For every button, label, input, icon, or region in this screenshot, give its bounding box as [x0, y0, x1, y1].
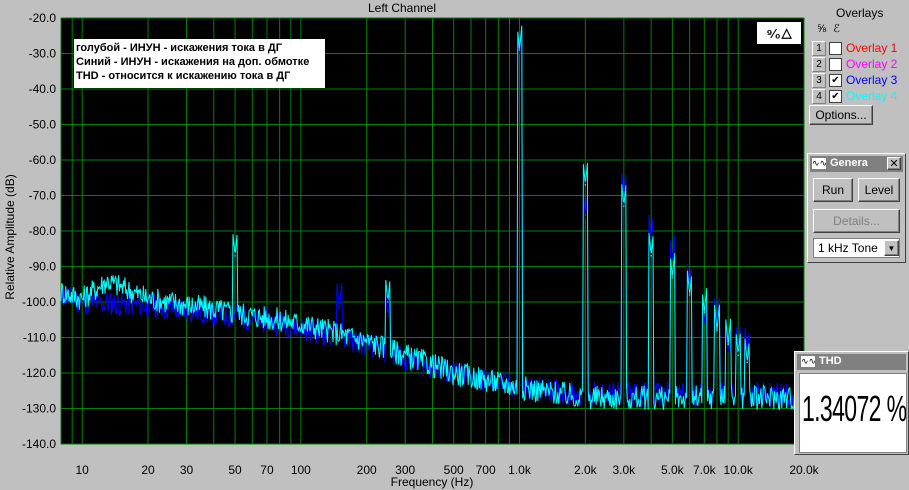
harmonic-peak-point [623, 205, 625, 207]
waveform-icon: ∿∿ [812, 158, 828, 169]
harmonic-peak-point [338, 308, 341, 310]
y-tick-label: -30.0 [29, 47, 57, 61]
overlay-item-1[interactable]: 1 Overlay 1 [812, 40, 898, 56]
harmonic-peak-point [671, 276, 674, 278]
overlay-header-icons[interactable]: ⅝ ℰ [817, 22, 842, 35]
run-button[interactable]: Run [813, 178, 853, 202]
x-axis-label: Frequency (Hz) [391, 475, 474, 489]
y-tick-label: -80.0 [29, 224, 57, 238]
x-tick-label: 100 [291, 463, 311, 477]
chevron-down-icon[interactable]: ▼ [884, 240, 899, 256]
y-tick-label: -20.0 [29, 11, 57, 25]
y-axis-label: Relative Amplitude (dB) [3, 174, 17, 299]
harmonic-peak-point [584, 184, 587, 186]
overlay-item-4[interactable]: 4 ✔ Overlay 4 [812, 88, 898, 104]
y-tick-label: -90.0 [29, 260, 57, 274]
harmonic-peak-point [703, 322, 706, 325]
x-tick-label: 2.0k [574, 463, 598, 477]
y-tick-label: -110.0 [23, 331, 56, 345]
overlay-checkbox[interactable]: ✔ [829, 89, 842, 103]
harmonic-peak-point [716, 329, 718, 332]
overlay-checkbox[interactable] [829, 57, 842, 71]
harmonic-peak-point [387, 315, 389, 318]
x-tick-label: 1.0k [508, 463, 532, 477]
overlay-number: 3 [812, 72, 826, 88]
overlay-number: 4 [812, 88, 826, 104]
harmonic-peak-point [234, 255, 236, 257]
cursor-icon[interactable]: △ [782, 25, 792, 41]
chart-toolbar[interactable]: ⁹⁄₀ △ [757, 22, 801, 44]
harmonic-peak-point [387, 301, 389, 303]
harmonic-peak-point [727, 350, 729, 353]
y-tick-label: -100.0 [22, 295, 56, 309]
overlays-title: Overlays [836, 6, 884, 20]
thd-panel: ∿∿ THD 1.34072 % [794, 351, 909, 455]
harmonic-peak-point [650, 255, 652, 257]
harmonic-peak-point [518, 49, 521, 51]
harmonic-peak-point [727, 343, 729, 346]
x-tick-label: 5.0k [661, 463, 685, 477]
overlay-item-2[interactable]: 2 Overlay 2 [812, 56, 898, 72]
y-tick-label: -70.0 [29, 189, 57, 203]
x-tick-label: 20 [141, 463, 155, 477]
harmonic-peak-point [518, 52, 521, 55]
y-tick-label: -130.0 [22, 402, 56, 416]
y-tick-label: -140.0 [22, 437, 56, 451]
overlay-checkbox[interactable] [829, 41, 842, 55]
tone-select-value: 1 kHz Tone [818, 241, 878, 255]
overlay-item-3[interactable]: 3 ✔ Overlay 3 [812, 72, 898, 88]
legend-line: голубой - ИНУН - искажения тока в ДГ [76, 42, 282, 54]
annotation-legend: голубой - ИНУН - искажения тока в ДГ Син… [74, 39, 325, 88]
details-button[interactable]: Details... [813, 209, 900, 233]
thd-display: 1.34072 % [799, 373, 907, 453]
y-tick-label: -60.0 [29, 153, 57, 167]
options-button[interactable]: Options... [809, 105, 873, 125]
x-tick-label: 10.0k [723, 463, 753, 477]
harmonic-peak-point [688, 294, 691, 296]
x-tick-label: 20.0k [789, 463, 819, 477]
overlay-checkbox[interactable]: ✔ [829, 73, 842, 87]
generator-titlebar[interactable]: ∿∿ Genera ✕ [810, 156, 903, 172]
harmonic-peak-point [234, 322, 236, 325]
thd-value: 1.34072 % [802, 388, 907, 429]
x-tick-label: 70 [260, 463, 274, 477]
x-tick-label: 200 [357, 463, 377, 477]
generator-title: Genera [830, 157, 868, 169]
level-button[interactable]: Level [858, 178, 900, 202]
generator-panel: ∿∿ Genera ✕ Run Level Details... 1 kHz T… [807, 153, 906, 263]
legend-line: THD - относится к искажению тока в ДГ [76, 70, 291, 82]
harmonic-peak-point [746, 361, 749, 364]
x-tick-label: 700 [476, 463, 496, 477]
overlay-label: Overlay 4 [846, 89, 898, 103]
scale-icon[interactable]: ⁹⁄₀ [766, 26, 780, 41]
overlay-label: Overlay 2 [846, 57, 898, 71]
legend-line: Синий - ИНУН - искажения на доп. обмотке [76, 56, 310, 68]
x-tick-label: 3.0k [612, 463, 636, 477]
harmonic-peak-point [650, 237, 652, 239]
x-tick-label: 7.0k [693, 463, 717, 477]
overlay-label: Overlay 3 [846, 73, 898, 87]
harmonic-peak-point [671, 258, 674, 261]
harmonic-peak-point [584, 216, 587, 218]
overlay-number: 1 [812, 40, 826, 56]
harmonic-peak-point [737, 354, 739, 357]
close-button[interactable]: ✕ [887, 157, 901, 170]
tone-select[interactable]: 1 kHz Tone ▼ [813, 238, 900, 258]
x-tick-label: 10 [76, 463, 90, 477]
x-tick-label: 30 [180, 463, 194, 477]
y-tick-label: -50.0 [29, 118, 57, 132]
overlay-number: 2 [812, 56, 826, 72]
x-tick-label: 50 [228, 463, 242, 477]
thd-title: THD [819, 355, 842, 367]
thd-titlebar[interactable]: ∿∿ THD [797, 354, 906, 370]
y-tick-label: -40.0 [29, 82, 57, 96]
overlay-label: Overlay 1 [846, 41, 898, 55]
waveform-icon: ∿∿ [801, 356, 817, 367]
harmonic-peak-point [703, 311, 706, 314]
y-tick-label: -120.0 [22, 366, 56, 380]
